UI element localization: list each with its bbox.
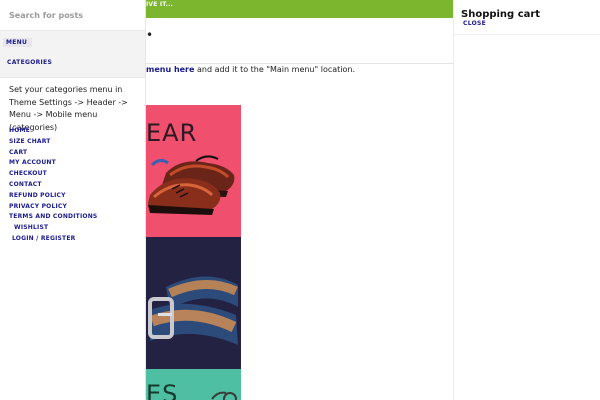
shoes-image	[148, 155, 235, 215]
promo-banner-text: IVE IT...	[146, 1, 174, 8]
tab-menu[interactable]: MENU	[3, 38, 33, 47]
bullet-mark: •	[146, 28, 154, 42]
category-tile-footwear[interactable]: EAR	[146, 105, 241, 237]
nav-item-login-register[interactable]: LOGIN / REGISTER	[9, 234, 97, 245]
category-tile-accessories[interactable]: ES	[146, 369, 241, 400]
tab-categories[interactable]: CATEGORIES	[7, 59, 52, 66]
cart-divider	[454, 34, 600, 35]
nav-item-home[interactable]: HOME	[9, 126, 97, 137]
cart-title: Shopping cart	[461, 9, 541, 20]
menu-instruction-text: and add it to the "Main menu" location.	[194, 65, 356, 74]
shopping-cart-panel: Shopping cart CLOSE	[453, 0, 600, 400]
menu-instruction: menu here and add it to the "Main menu" …	[146, 64, 355, 75]
nav-list: HOME SIZE CHART CART MY ACCOUNT CHECKOUT…	[9, 126, 97, 245]
menu-here-link[interactable]: menu here	[146, 65, 194, 74]
nav-item-contact[interactable]: CONTACT	[9, 180, 97, 191]
nav-item-cart[interactable]: CART	[9, 148, 97, 159]
category-tile-belts[interactable]	[146, 237, 241, 369]
nav-item-size-chart[interactable]: SIZE CHART	[9, 137, 97, 148]
mobile-side-menu: MENU CATEGORIES Set your categories menu…	[0, 0, 146, 400]
nav-item-terms[interactable]: TERMS AND CONDITIONS	[9, 212, 97, 223]
search-row	[0, 0, 146, 31]
nav-item-my-account[interactable]: MY ACCOUNT	[9, 158, 97, 169]
watch-image	[211, 391, 237, 400]
menu-tabs: MENU	[0, 31, 145, 78]
belt-image	[148, 276, 238, 345]
search-input[interactable]	[0, 0, 146, 30]
cart-close-button[interactable]: CLOSE	[463, 20, 486, 27]
nav-item-checkout[interactable]: CHECKOUT	[9, 169, 97, 180]
nav-item-privacy-policy[interactable]: PRIVACY POLICY	[9, 202, 97, 213]
nav-item-wishlist[interactable]: WISHLIST	[9, 223, 97, 234]
nav-item-refund-policy[interactable]: REFUND POLICY	[9, 191, 97, 202]
